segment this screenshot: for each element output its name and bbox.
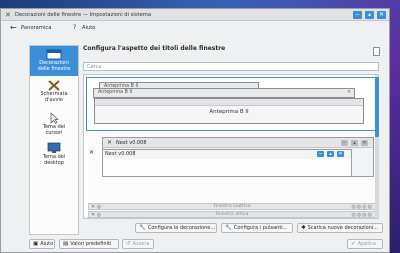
active-window-strip: ✕ ◎ Finestra attiva ◎◎◎◎ (88, 211, 376, 218)
close-icon: ✕ (337, 151, 344, 157)
preview-titlebar (95, 99, 363, 106)
category-sidebar: Decorazioni delle finestre Schermata d'a… (29, 45, 79, 235)
configure-decoration-button[interactable]: 🔧 Configura la decorazione... (135, 223, 217, 233)
help-icon: ▣ (33, 241, 39, 247)
window-buttons-icon: ◎◎◎◎ (351, 212, 373, 218)
preview-window-middle: Anteprima B II ✕ (93, 88, 355, 98)
scrollbar-thumb[interactable] (375, 77, 379, 137)
window-decorations-icon (46, 49, 62, 60)
preview-title: Anteprima B II (209, 109, 249, 115)
get-new-label: Scarica nuove decorazioni... (307, 225, 379, 231)
help-link[interactable]: Aiuto (82, 25, 96, 31)
help-button-label: Aiuto (40, 241, 54, 247)
list-item[interactable]: ✕ ◎ Finestra inattiva ◎◎◎◎ ✕ ◎ Finestra … (88, 203, 376, 218)
sidebar-item-label: d'avvio (45, 97, 63, 103)
titlebar[interactable]: ✕ Decorazioni delle finestre — Impostazi… (1, 9, 389, 21)
reset-button[interactable]: ↺ Azzera (122, 239, 154, 249)
settings-window: ✕ Decorazioni delle finestre — Impostazi… (0, 8, 390, 253)
list-item[interactable]: Anteprima B II Anteprima B II ✕ Anteprim… (86, 77, 376, 131)
preview-window-front: ✕ Next v0.008 − ▴ ✕ (89, 149, 352, 177)
preview-title: Next v0.008 (116, 140, 147, 146)
sidebar-item-label: delle finestre (37, 66, 71, 72)
sidebar-item-desktop-theme[interactable]: Tema del desktop (30, 142, 78, 170)
sidebar-item-splash-screen[interactable]: Schermata d'avvio (30, 79, 78, 109)
sidebar-item-label: cursori (45, 130, 63, 136)
preview-titlebar: ✕ Next v0.008 − ▴ ✕ (89, 149, 351, 159)
system-settings-icon: ✕ (5, 11, 11, 19)
configure-decoration-label: Configura la decorazione... (147, 225, 216, 231)
app-icon: ✕ (107, 139, 113, 146)
preview-title: Finestra inattiva (213, 204, 251, 209)
help-button[interactable]: ▣ Aiuto (29, 239, 55, 249)
get-new-decorations-button[interactable]: ✱ Scarica nuove decorazioni... (297, 223, 383, 233)
search-input[interactable]: Cerca (83, 62, 379, 71)
maximize-icon: ▴ (327, 151, 334, 157)
preview-title: Next v0.008 (105, 151, 136, 157)
checkmark-icon: ✔ (351, 241, 356, 247)
maximize-icon: ▴ (351, 140, 358, 146)
apply-button[interactable]: ✔ Applica (347, 239, 383, 249)
wrench-icon: 🔧 (139, 225, 146, 231)
download-icon: ✱ (301, 225, 306, 231)
back-arrow-icon[interactable]: ← (10, 23, 17, 32)
configure-buttons-button[interactable]: 🔧 Configura i pulsanti... (221, 223, 293, 233)
cursor-theme-icon (50, 112, 59, 124)
preview-title: Finestra attiva (215, 212, 249, 217)
reset-button-label: Azzera (132, 241, 150, 247)
help-icon[interactable]: ? (73, 24, 76, 31)
desktop-theme-icon (47, 142, 61, 153)
wrench-icon: 🔧 (225, 225, 232, 231)
defaults-button[interactable]: ▤ Valori predefiniti (59, 239, 119, 249)
defaults-button-label: Valori predefiniti (70, 241, 112, 247)
scrollbar[interactable] (375, 75, 379, 218)
navigation-bar: ← Panoramica ? Aiuto (1, 22, 389, 34)
decoration-list: Anteprima B II Anteprima B II ✕ Anteprim… (83, 74, 379, 219)
search-placeholder: Cerca (87, 64, 102, 70)
preview-window-front: Anteprima B II (94, 98, 364, 124)
sidebar-item-window-decorations[interactable]: Decorazioni delle finestre (30, 46, 78, 76)
inactive-window-strip: ✕ ◎ Finestra inattiva ◎◎◎◎ (88, 203, 376, 210)
window-title: Decorazioni delle finestre — Impostazion… (15, 12, 151, 18)
sidebar-item-label: desktop (44, 160, 64, 166)
splash-screen-icon (48, 80, 60, 91)
configure-buttons-label: Configura i pulsanti... (233, 225, 288, 231)
list-item[interactable]: ✕ Next v0.008 − ▴ ✕ ✕ Next v0.008 − ▴ ✕ (89, 137, 374, 182)
defaults-icon: ▤ (63, 241, 69, 247)
page-menu-icon[interactable] (373, 47, 380, 56)
close-icon: ✕ (346, 90, 351, 95)
window-buttons-icon: ◎◎◎◎ (351, 204, 373, 210)
maximize-button[interactable]: ▴ (365, 11, 374, 19)
preview-titlebar: ✕ Next v0.008 − ▴ ✕ (103, 138, 373, 148)
close-icon: ✕ (361, 140, 368, 146)
sidebar-item-cursor-theme[interactable]: Tema dei cursori (30, 112, 78, 140)
page-title: Configura l'aspetto dei titoli delle fin… (83, 45, 226, 52)
minimize-icon: − (317, 151, 324, 157)
minimize-icon: − (341, 140, 348, 146)
apply-button-label: Applica (357, 241, 376, 247)
close-button[interactable]: ✕ (377, 11, 386, 19)
minimize-button[interactable]: − (353, 11, 362, 19)
app-icon: ✕ (89, 149, 95, 156)
reset-icon: ↺ (126, 241, 131, 247)
preview-window-title: Anteprima B II (98, 90, 133, 95)
overview-button[interactable]: Panoramica (21, 25, 51, 31)
